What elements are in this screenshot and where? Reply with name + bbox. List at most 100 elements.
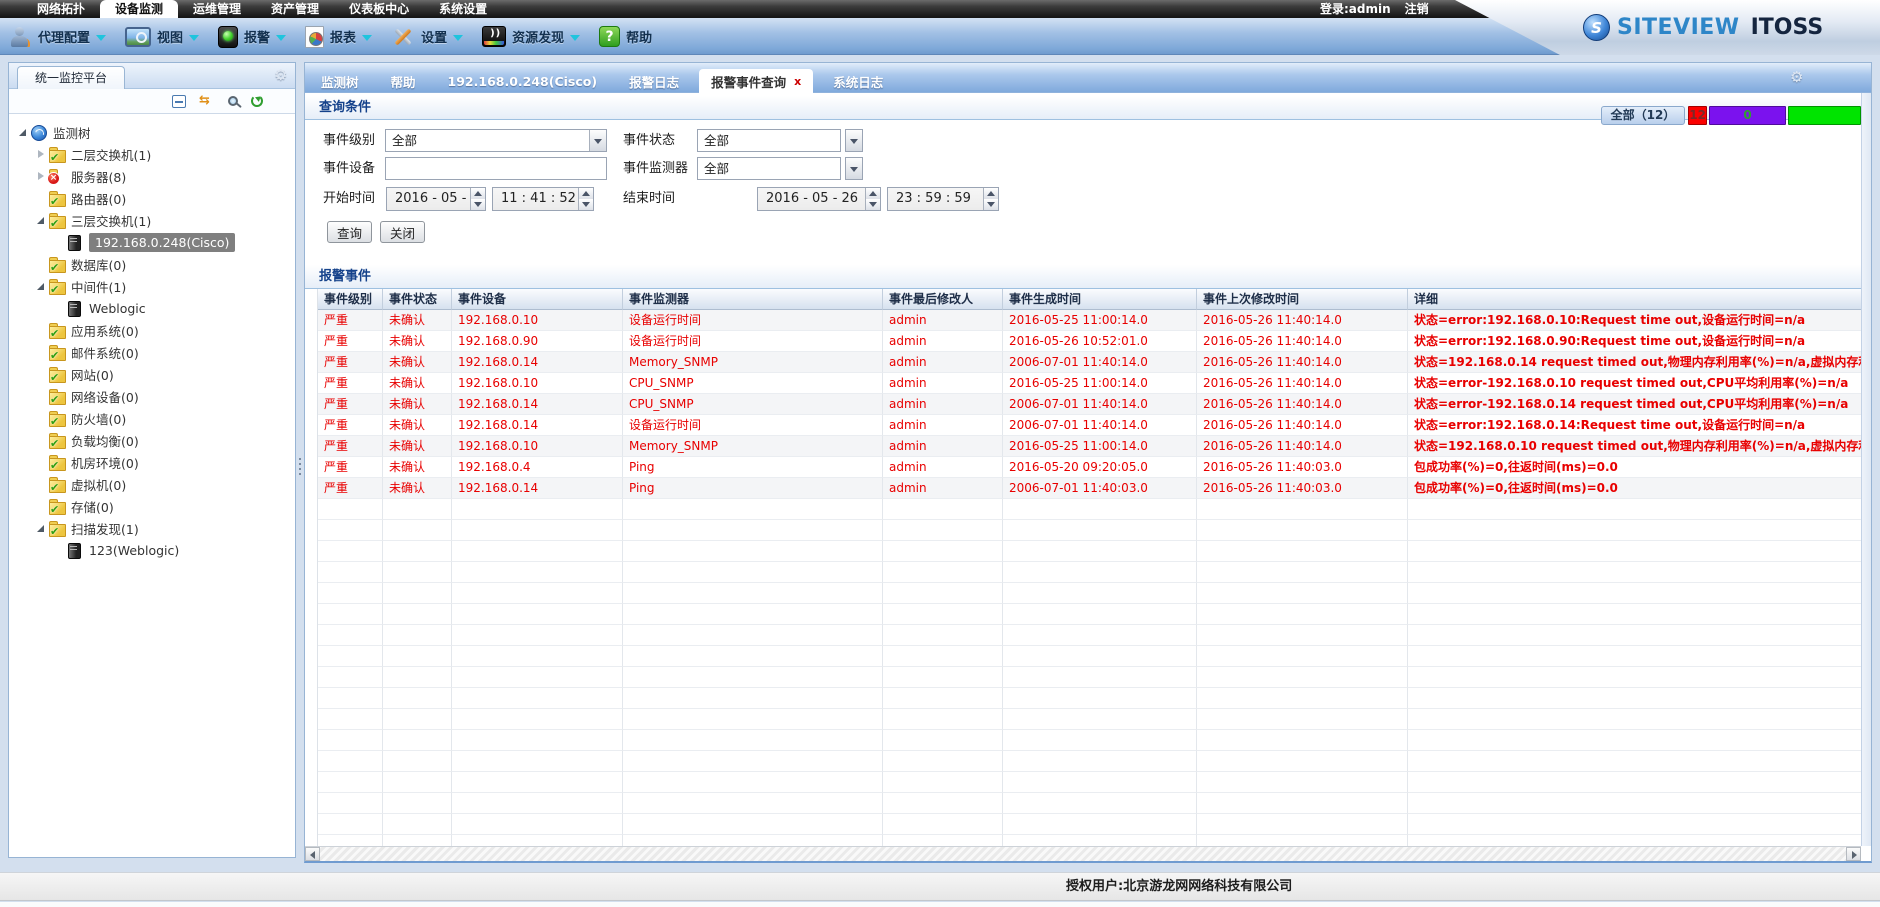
tree-item-l3-switch[interactable]: 三层交换机(1)	[9, 209, 295, 231]
tab-monitor-tree[interactable]: 监测树	[309, 69, 371, 93]
tab-device-192-168-0-248[interactable]: 192.168.0.248(Cisco)	[436, 69, 610, 93]
column-header[interactable]: 事件状态	[383, 289, 452, 310]
table-row[interactable]: 严重未确认192.168.0.14CPU_SNMPadmin2006-07-01…	[318, 394, 1861, 415]
summary-all-button[interactable]: 全部（12）	[1601, 106, 1686, 125]
tree-item-network-device[interactable]: 网络设备(0)	[9, 385, 295, 407]
start-time-spinner[interactable]: 11 : 41 : 52	[492, 187, 594, 211]
tree-item-device-cisco[interactable]: 192.168.0.248(Cisco)	[9, 231, 295, 253]
column-header[interactable]: 详细	[1408, 289, 1861, 310]
tree-item-scan-discovery[interactable]: 扫描发现(1)	[9, 517, 295, 539]
menu-item-network-topology[interactable]: 网络拓扑	[22, 0, 100, 18]
collapse-arrow-icon[interactable]	[35, 280, 47, 292]
tree-item-middleware[interactable]: 中间件(1)	[9, 275, 295, 297]
expand-arrow-icon[interactable]	[35, 148, 47, 160]
severity-count-badge[interactable]: 12	[1688, 106, 1707, 125]
tree-item-router[interactable]: 路由器(0)	[9, 187, 295, 209]
table-row[interactable]: 严重未确认192.168.0.10CPU_SNMPadmin2016-05-25…	[318, 373, 1861, 394]
column-header[interactable]: 事件生成时间	[1003, 289, 1197, 310]
tree-item-mail-system[interactable]: 邮件系统(0)	[9, 341, 295, 363]
collapse-all-icon[interactable]	[172, 95, 186, 108]
event-status-combo[interactable]: 全部	[697, 129, 841, 152]
tab-alarm-event-query[interactable]: 报警事件查询x	[699, 69, 813, 93]
event-status-dropdown-button[interactable]	[845, 129, 863, 152]
toolbar-item-report[interactable]: 报表	[305, 26, 372, 48]
tree-item-server-room[interactable]: 机房环境(0)	[9, 451, 295, 473]
search-icon[interactable]	[228, 96, 238, 106]
logout-link[interactable]: 注销	[1405, 0, 1429, 18]
start-date-spinner[interactable]: 2016 - 05 - 25	[386, 187, 486, 211]
tree-item-l2-switch[interactable]: 二层交换机(1)	[9, 143, 295, 165]
toolbar-item-agent-config[interactable]: 代理配置	[10, 25, 106, 49]
tree-item-monitor-tree[interactable]: 监测树	[9, 121, 295, 143]
tree-item-weblogic-123[interactable]: 123(Weblogic)	[9, 539, 295, 561]
table-row[interactable]: 严重未确认192.168.0.10设备运行时间admin2016-05-25 1…	[318, 310, 1861, 331]
chevron-down-icon[interactable]	[589, 130, 606, 151]
menu-item-system-settings[interactable]: 系统设置	[424, 0, 502, 18]
spinner-down-icon[interactable]	[866, 199, 880, 210]
table-row[interactable]: 严重未确认192.168.0.14Pingadmin2006-07-01 11:…	[318, 478, 1861, 499]
menu-item-ops-management[interactable]: 运维管理	[178, 0, 256, 18]
event-level-combo[interactable]: 全部	[385, 129, 607, 152]
menu-item-dashboard-center[interactable]: 仪表板中心	[334, 0, 424, 18]
swap-icon[interactable]	[199, 94, 215, 108]
main-gear-icon[interactable]	[1790, 69, 1806, 85]
column-header[interactable]: 事件级别	[318, 289, 383, 310]
spinner-up-icon[interactable]	[579, 188, 593, 199]
severity-count-badge[interactable]: 0	[1709, 106, 1786, 125]
spinner-up-icon[interactable]	[866, 188, 880, 199]
sidebar-tab-unified-platform[interactable]: 统一监控平台	[17, 66, 125, 89]
tree-item-website[interactable]: 网站(0)	[9, 363, 295, 385]
tree-item-weblogic[interactable]: Weblogic	[9, 297, 295, 319]
column-header[interactable]: 事件最后修改人	[883, 289, 1003, 310]
end-date-spinner[interactable]: 2016 - 05 - 26	[757, 187, 881, 211]
toolbar-item-discovery[interactable]: 资源发现	[482, 26, 580, 47]
toolbar-item-alarm[interactable]: 报警	[218, 26, 286, 48]
column-header[interactable]: 事件设备	[452, 289, 623, 310]
tree-item-server[interactable]: 服务器(8)	[9, 165, 295, 187]
spinner-up-icon[interactable]	[984, 188, 998, 199]
table-row[interactable]: 严重未确认192.168.0.4Pingadmin2016-05-20 09:2…	[318, 457, 1861, 478]
collapse-arrow-icon[interactable]	[35, 214, 47, 226]
collapse-arrow-icon[interactable]	[35, 522, 47, 534]
severity-count-badge[interactable]	[1788, 106, 1861, 125]
scroll-left-icon[interactable]	[305, 847, 320, 861]
toolbar-item-help[interactable]: 帮助	[599, 26, 652, 47]
spinner-down-icon[interactable]	[984, 199, 998, 210]
table-row[interactable]: 严重未确认192.168.0.14Memory_SNMPadmin2006-07…	[318, 352, 1861, 373]
expand-arrow-icon[interactable]	[35, 170, 47, 182]
column-header[interactable]: 事件上次修改时间	[1197, 289, 1408, 310]
column-header[interactable]: 事件监测器	[623, 289, 883, 310]
toolbar-item-views[interactable]: 视图	[125, 27, 199, 47]
panel-splitter[interactable]	[296, 62, 304, 858]
tab-system-log[interactable]: 系统日志	[821, 69, 895, 93]
menu-item-device-monitor[interactable]: 设备监测	[100, 0, 178, 18]
close-icon[interactable]: x	[794, 76, 801, 87]
toolbar-item-settings[interactable]: 设置	[391, 25, 463, 49]
tree-item-storage[interactable]: 存储(0)	[9, 495, 295, 517]
tree-item-firewall[interactable]: 防火墙(0)	[9, 407, 295, 429]
table-row[interactable]: 严重未确认192.168.0.90设备运行时间admin2016-05-26 1…	[318, 331, 1861, 352]
scroll-right-icon[interactable]	[1846, 847, 1861, 861]
menu-item-asset-management[interactable]: 资产管理	[256, 0, 334, 18]
tree-item-virtual-machine[interactable]: 虚拟机(0)	[9, 473, 295, 495]
event-monitor-dropdown-button[interactable]	[845, 157, 863, 180]
spinner-down-icon[interactable]	[471, 199, 485, 210]
tree-item-app-system[interactable]: 应用系统(0)	[9, 319, 295, 341]
event-monitor-combo[interactable]: 全部	[697, 157, 841, 180]
refresh-icon[interactable]	[251, 95, 263, 107]
query-button[interactable]: 查询	[327, 221, 372, 243]
tab-help[interactable]: 帮助	[379, 69, 428, 93]
event-device-input[interactable]	[385, 157, 607, 180]
end-time-spinner[interactable]: 23 : 59 : 59	[887, 187, 999, 211]
close-button[interactable]: 关闭	[380, 221, 425, 243]
tab-alarm-log[interactable]: 报警日志	[617, 69, 691, 93]
tree-item-database[interactable]: 数据库(0)	[9, 253, 295, 275]
tree-item-load-balance[interactable]: 负载均衡(0)	[9, 429, 295, 451]
spinner-up-icon[interactable]	[471, 188, 485, 199]
table-row[interactable]: 严重未确认192.168.0.10Memory_SNMPadmin2016-05…	[318, 436, 1861, 457]
table-row[interactable]: 严重未确认192.168.0.14设备运行时间admin2006-07-01 1…	[318, 415, 1861, 436]
spinner-down-icon[interactable]	[579, 199, 593, 210]
vertical-scrollbar[interactable]	[1861, 93, 1871, 846]
collapse-arrow-icon[interactable]	[17, 126, 29, 138]
horizontal-scrollbar[interactable]	[305, 846, 1861, 861]
